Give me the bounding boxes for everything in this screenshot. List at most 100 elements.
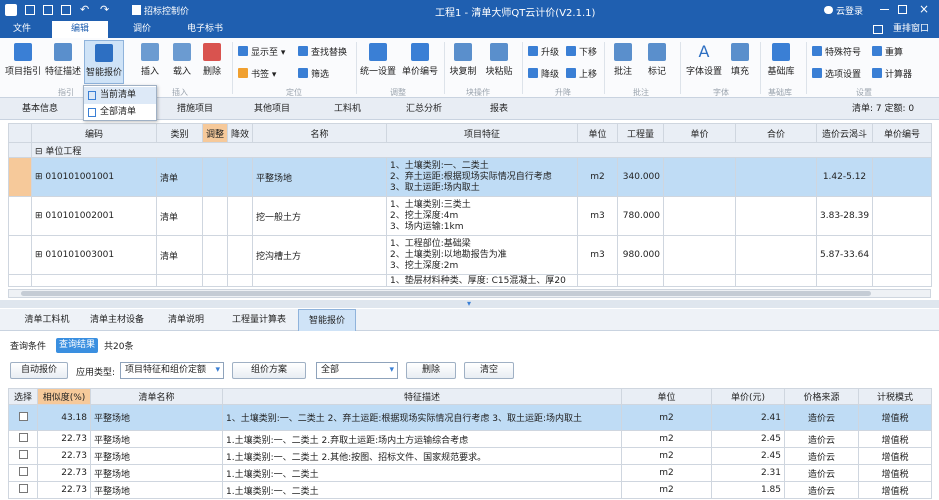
menu-adjust-price[interactable]: 调价 (120, 21, 164, 38)
cell-feature[interactable]: 1、垫层材料种类、厚度: C15混凝土、厚20 (386, 274, 578, 287)
cell-unit-price[interactable]: 1.85 (711, 481, 785, 499)
find-replace-button[interactable]: 查找替换 (298, 45, 347, 58)
insert-button[interactable]: 插入 (136, 40, 164, 77)
header-reduce[interactable]: 降效 (227, 123, 253, 143)
table-row[interactable]: ⊞ 010101003001 清单 挖沟槽土方 1、工程部位:基础梁 2、土壤类… (8, 235, 932, 275)
tab-basic-info[interactable]: 基本信息 (22, 98, 58, 120)
tab-quantity-calc[interactable]: 工程量计算表 (220, 309, 298, 331)
expand-icon[interactable]: ⊞ (35, 172, 45, 182)
special-symbol-button[interactable]: 特殊符号 (812, 45, 861, 58)
cell-type[interactable]: 清单 (156, 196, 203, 236)
cell-reduce[interactable] (227, 157, 253, 197)
delete-button[interactable]: 删除 (198, 40, 226, 77)
cell-bill-name[interactable]: 平整场地 (90, 464, 223, 482)
header-description[interactable]: 特征描述 (222, 388, 622, 405)
recalculate-button[interactable]: 重算 (872, 45, 903, 58)
cell-tax-mode[interactable]: 增值税 (858, 481, 932, 499)
cell-cloud-range[interactable]: 3.83-28.39 (816, 196, 873, 236)
delete-result-button[interactable]: 删除 (406, 362, 456, 379)
cell-cloud-range[interactable]: 5.87-33.64 (816, 235, 873, 275)
cell-cloud-range[interactable]: 1.42-5.12 (816, 157, 873, 197)
cell-adjust[interactable] (202, 196, 228, 236)
menu-e-bid[interactable]: 电子标书 (170, 21, 240, 38)
print-icon[interactable] (43, 5, 53, 15)
base-library-button[interactable]: 基础库 (764, 40, 798, 77)
bookmark-button[interactable]: 书签 ▾ (238, 67, 276, 80)
item-guide-button[interactable]: 项目指引 (4, 40, 42, 77)
cell-type[interactable]: 清单 (156, 157, 203, 197)
cell-qty[interactable]: 980.000 (617, 235, 664, 275)
table-row[interactable]: ⊞ 010101001001 清单 平整场地 1、土壤类别:一、二类土 2、弃土… (8, 157, 932, 197)
cell-code[interactable]: ⊞ 010101003001 (31, 235, 157, 275)
table-row[interactable]: 22.73 平整场地 1.土壤类别:一、二类土 m2 2.31 造价云 增值税 (8, 464, 932, 482)
cell-adjust[interactable] (202, 157, 228, 197)
show-to-button[interactable]: 显示至 ▾ (238, 45, 285, 58)
header-unit[interactable]: 单位 (621, 388, 712, 405)
cell-total[interactable] (735, 196, 817, 236)
tab-reports[interactable]: 报表 (490, 98, 508, 120)
menu-file[interactable]: 文件 (0, 21, 44, 38)
cell-code[interactable] (31, 274, 157, 287)
horizontal-scrollbar[interactable] (8, 289, 931, 298)
cell-unit-price[interactable]: 2.41 (711, 404, 785, 431)
cell-unit-price[interactable]: 2.45 (711, 430, 785, 448)
unit-price-code-button[interactable]: 单价编号 (400, 40, 440, 77)
cell-similarity[interactable]: 22.73 (37, 481, 91, 499)
apply-type-select[interactable]: 项目特征和组价定额 ▾ (120, 362, 224, 379)
downgrade-button[interactable]: 降级 (528, 67, 559, 80)
fill-button[interactable]: 填充 (726, 40, 754, 77)
cell-tax-mode[interactable]: 增值税 (858, 447, 932, 465)
cell-select[interactable] (8, 447, 38, 465)
checkbox[interactable] (18, 450, 28, 459)
redo-icon[interactable]: ↷ (100, 3, 109, 16)
smart-quote-button[interactable]: 智能报价 (84, 40, 124, 84)
undo-icon[interactable]: ↶ (80, 3, 89, 16)
cell-unit[interactable]: m2 (621, 464, 712, 482)
checkbox[interactable] (18, 467, 28, 476)
cell-type[interactable]: 清单 (156, 235, 203, 275)
header-name[interactable]: 名称 (252, 123, 387, 143)
block-paste-button[interactable]: 块粘贴 (482, 40, 516, 77)
cell-cloud-range[interactable] (816, 274, 873, 287)
cell-unit[interactable]: m2 (621, 447, 712, 465)
cell-feature[interactable]: 1、工程部位:基础梁 2、土壤类别:以地勘报告为准 3、挖土深度:2m (386, 235, 578, 275)
cell-price-source[interactable]: 造价云 (784, 447, 859, 465)
scrollbar-thumb[interactable] (21, 291, 871, 296)
tab-bill-main-equipment[interactable]: 清单主材设备 (84, 309, 150, 331)
table-row[interactable]: 1、垫层材料种类、厚度: C15混凝土、厚20 (8, 274, 932, 287)
font-settings-button[interactable]: A 字体设置 (684, 40, 724, 78)
dropdown-all-bills[interactable]: 全部清单 (84, 104, 156, 121)
mark-button[interactable]: 标记 (642, 40, 672, 77)
header-type[interactable]: 类别 (156, 123, 203, 143)
tab-measures[interactable]: 措施项目 (177, 98, 213, 120)
feature-desc-button[interactable]: 特征描述 (44, 40, 82, 77)
quick-tool-label[interactable]: 招标控制价 (144, 4, 189, 17)
cell-bill-name[interactable]: 平整场地 (90, 481, 223, 499)
expand-icon[interactable]: ⊞ (35, 250, 45, 260)
cell-qty[interactable] (617, 274, 664, 287)
cell-price-source[interactable]: 造价云 (784, 430, 859, 448)
cell-name[interactable]: 挖一般土方 (252, 196, 387, 236)
tab-query-conditions[interactable]: 查询条件 (10, 339, 46, 352)
header-unit-price[interactable]: 单价(元) (711, 388, 785, 405)
header-total[interactable]: 合价 (735, 123, 817, 143)
cell-similarity[interactable]: 22.73 (37, 430, 91, 448)
checkbox[interactable] (18, 411, 28, 421)
filter-button[interactable]: 筛选 (298, 67, 329, 80)
checkbox[interactable] (18, 484, 28, 493)
cell-description[interactable]: 1.土壤类别:一、二类土 2.其他:按图、招标文件、国家规范要求。 (222, 447, 622, 465)
load-button[interactable]: 载入 (168, 40, 196, 77)
cell-code[interactable]: ⊞ 010101001001 (31, 157, 157, 197)
cell-similarity[interactable]: 22.73 (37, 447, 91, 465)
header-cloud-range[interactable]: 造价云渴斗 (816, 123, 873, 143)
table-row[interactable]: 22.73 平整场地 1.土壤类别:一、二类土 m2 1.85 造价云 增值税 (8, 481, 932, 499)
cell-unit[interactable]: m2 (577, 157, 618, 197)
tab-summary[interactable]: 汇总分析 (406, 98, 442, 120)
cell-unit[interactable]: m2 (621, 404, 712, 431)
cell-description[interactable]: 1.土壤类别:一、二类土 2.弃取土运距:场内土方运输综合考虑 (222, 430, 622, 448)
cell-feature[interactable]: 1、土壤类别:一、二类土 2、弃土运距:根据现场实际情况自行考虑 3、取土运距:… (386, 157, 578, 197)
cell-bill-name[interactable]: 平整场地 (90, 430, 223, 448)
cell-name[interactable]: 平整场地 (252, 157, 387, 197)
cell-adjust[interactable] (202, 274, 228, 287)
header-tax-mode[interactable]: 计税模式 (858, 388, 932, 405)
